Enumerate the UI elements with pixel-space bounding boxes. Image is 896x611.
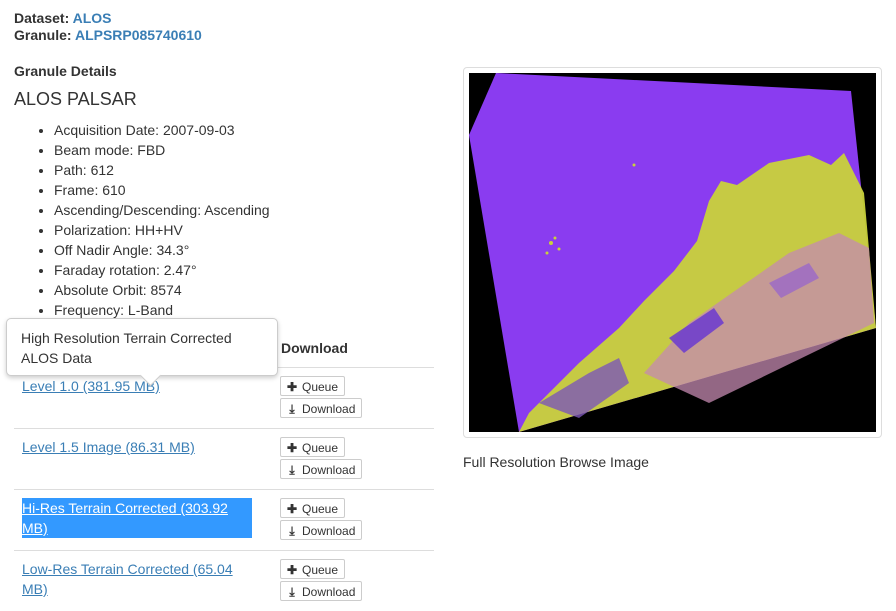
product-link-hi-res-terrain-corrected[interactable]: Hi-Res Terrain Corrected (303.92 MB)	[22, 498, 252, 538]
queue-button[interactable]: ✚ Queue	[280, 559, 346, 579]
download-icon: ⤓	[289, 524, 295, 538]
download-button[interactable]: ⤓ Download	[280, 581, 363, 601]
mission-title: ALOS PALSAR	[14, 89, 137, 109]
detail-item: Absolute Orbit: 8574	[54, 280, 270, 300]
download-icon: ⤓	[289, 585, 295, 599]
plus-icon: ✚	[286, 380, 298, 394]
granule-label: Granule:	[14, 27, 72, 43]
product-row-hi-res: Hi-Res Terrain Corrected (303.92 MB) ✚ Qu…	[14, 490, 434, 551]
browse-image-caption: Full Resolution Browse Image	[463, 454, 649, 470]
detail-item: Polarization: HH+HV	[54, 220, 270, 240]
detail-item: Faraday rotation: 2.47°	[54, 260, 270, 280]
download-icon: ⤓	[289, 463, 295, 477]
product-row-level-1-0: Level 1.0 (381.95 MB) ✚ Queue ⤓ Download	[14, 368, 434, 429]
detail-item: Frame: 610	[54, 180, 270, 200]
tooltip-text: High Resolution Terrain Corrected ALOS D…	[21, 330, 232, 366]
download-icon: ⤓	[289, 402, 295, 416]
detail-item: Ascending/Descending: Ascending	[54, 200, 270, 220]
queue-button[interactable]: ✚ Queue	[280, 437, 346, 457]
product-row-level-1-5: Level 1.5 Image (86.31 MB) ✚ Queue ⤓ Downl…	[14, 429, 434, 490]
detail-item: Frequency: L-Band	[54, 300, 270, 320]
download-button[interactable]: ⤓ Download	[280, 398, 363, 418]
granule-header: Dataset: ALOS Granule: ALPSRP085740610	[14, 10, 202, 44]
download-column-header: Download	[281, 340, 348, 356]
product-tooltip: High Resolution Terrain Corrected ALOS D…	[6, 318, 278, 387]
dataset-value: ALOS	[72, 10, 112, 26]
product-link-low-res-terrain-corrected[interactable]: Low-Res Terrain Corrected (65.04 MB)	[22, 559, 252, 599]
detail-item: Acquisition Date: 2007-09-03	[54, 120, 270, 140]
browse-image-frame[interactable]	[463, 67, 882, 438]
granule-details-title: Granule Details	[14, 63, 117, 79]
product-link-level-1-0[interactable]: Level 1.0 (381.95 MB)	[22, 376, 252, 396]
granule-details-list: Acquisition Date: 2007-09-03 Beam mode: …	[14, 120, 270, 320]
detail-item: Off Nadir Angle: 34.3°	[54, 240, 270, 260]
plus-icon: ✚	[286, 441, 298, 455]
dataset-line: Dataset: ALOS	[14, 10, 202, 27]
product-link-level-1-5[interactable]: Level 1.5 Image (86.31 MB)	[22, 437, 252, 457]
download-button[interactable]: ⤓ Download	[280, 520, 363, 540]
queue-button[interactable]: ✚ Queue	[280, 376, 346, 396]
queue-button[interactable]: ✚ Queue	[280, 498, 346, 518]
dataset-label: Dataset:	[14, 10, 70, 26]
detail-item: Beam mode: FBD	[54, 140, 270, 160]
plus-icon: ✚	[286, 563, 298, 577]
detail-item: Path: 612	[54, 160, 270, 180]
product-row-low-res: Low-Res Terrain Corrected (65.04 MB) ✚ Qu…	[14, 551, 434, 611]
plus-icon: ✚	[286, 502, 298, 516]
browse-image	[469, 73, 876, 432]
granule-line: Granule: ALPSRP085740610	[14, 27, 202, 44]
download-button[interactable]: ⤓ Download	[280, 459, 363, 479]
granule-value: ALPSRP085740610	[74, 27, 202, 43]
